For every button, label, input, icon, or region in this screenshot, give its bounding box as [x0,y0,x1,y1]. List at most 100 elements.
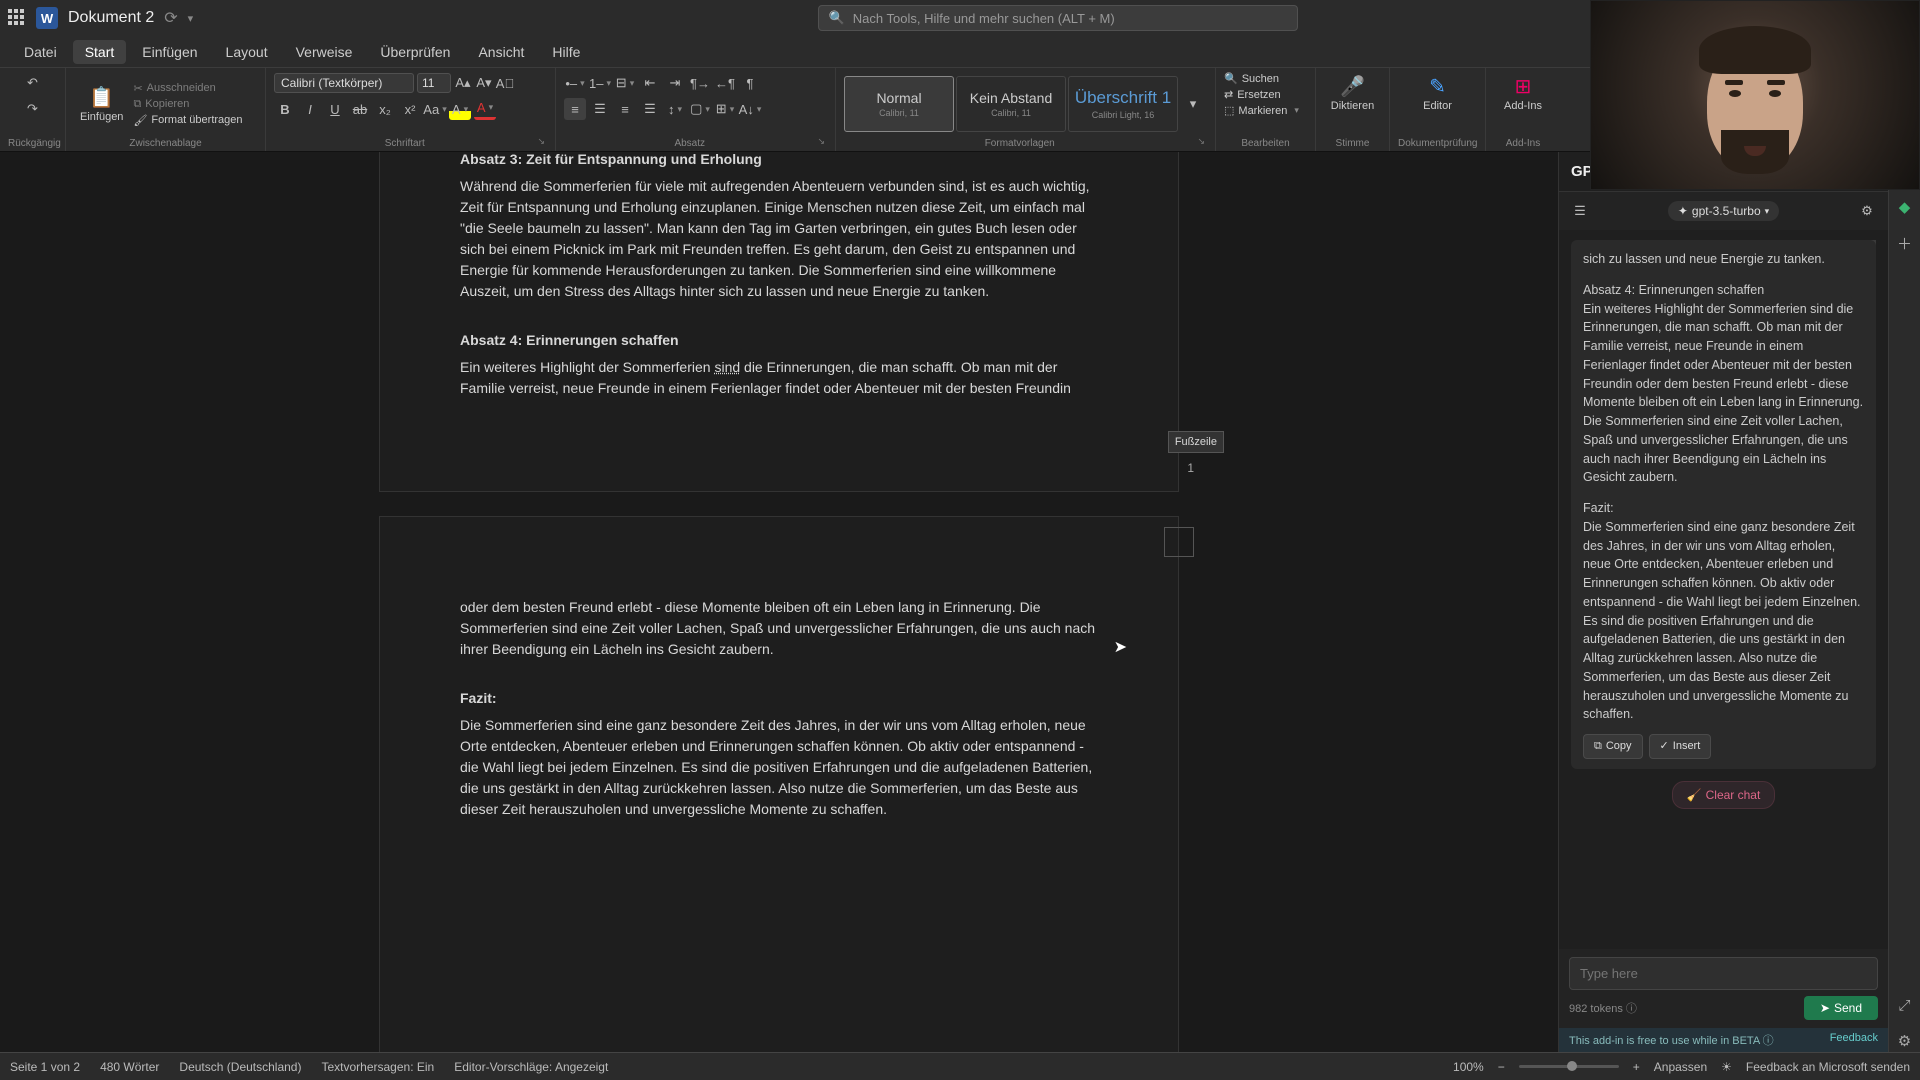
subscript-button[interactable]: x₂ [374,98,396,120]
bold-button[interactable]: B [274,98,296,120]
status-page[interactable]: Seite 1 von 2 [10,1060,80,1074]
tab-ansicht[interactable]: Ansicht [466,40,536,64]
highlight-button[interactable]: A [449,98,471,120]
zoom-in-button[interactable]: + [1633,1060,1640,1074]
addins-button[interactable]: ⊞Add-Ins [1494,72,1552,114]
sort-button[interactable]: A↓ [739,98,761,120]
app-launcher-icon[interactable] [8,9,26,27]
tab-einfügen[interactable]: Einfügen [130,40,209,64]
line-spacing-button[interactable]: ↕ [664,98,686,120]
redo-button[interactable]: ↷ [22,98,44,120]
align-right-button[interactable]: ≡ [614,98,636,120]
style-kein-abstand[interactable]: Kein AbstandCalibri, 11 [956,76,1066,132]
tab-start[interactable]: Start [73,40,127,64]
underline-button[interactable]: U [324,98,346,120]
page-1[interactable]: Absatz 3: Zeit für Entspannung und Erhol… [379,152,1179,492]
change-case-button[interactable]: Aa [424,98,446,120]
rail-other-icon[interactable]: ◆ [1894,196,1916,218]
page-2[interactable]: oder dem besten Freund erlebt - diese Mo… [379,516,1179,1052]
copy-button[interactable]: ⧉Copy [1583,734,1643,759]
search-input[interactable]: 🔍 Nach Tools, Hilfe und mehr suchen (ALT… [818,5,1298,31]
gpt-chat-scroll[interactable]: ▴ sich zu lassen und neue Energie zu tan… [1559,230,1888,949]
model-select[interactable]: ✦gpt-3.5-turbo▾ [1668,201,1779,221]
select-button[interactable]: ⬚Markieren [1224,104,1307,117]
insert-button[interactable]: ✓Insert [1649,734,1712,759]
editor-button[interactable]: ✎Editor [1398,72,1477,114]
numbering-button[interactable]: 1– [589,72,611,94]
token-counter: 982 tokens ⓘ [1569,1000,1637,1016]
superscript-button[interactable]: x² [399,98,421,120]
status-words[interactable]: 480 Wörter [100,1060,159,1074]
align-center-button[interactable]: ☰ [589,98,611,120]
cut-button[interactable]: ✂Ausschneiden [133,82,242,95]
tab-layout[interactable]: Layout [214,40,280,64]
font-family-select[interactable] [274,73,414,93]
feedback-link[interactable]: Feedback [1830,1032,1878,1048]
tab-überprüfen[interactable]: Überprüfen [368,40,462,64]
indent-button[interactable]: ⇥ [664,72,686,94]
ltr-button[interactable]: ¶→ [689,72,711,94]
para-dialog-launcher[interactable]: ↘ [815,136,827,149]
tab-datei[interactable]: Datei [12,40,69,64]
clear-format-button[interactable]: A⃠ [496,72,514,94]
fit-button[interactable]: Anpassen [1654,1060,1707,1074]
styles-more-button[interactable]: ▾ [1182,93,1204,115]
styles-dialog-launcher[interactable]: ↘ [1195,136,1207,149]
rail-add-button[interactable]: ＋ [1894,232,1916,254]
font-size-select[interactable] [417,73,451,93]
heading-fazit: Fazit: [460,690,497,706]
italic-button[interactable]: I [299,98,321,120]
show-marks-button[interactable]: ¶ [739,72,761,94]
style-gallery[interactable]: NormalCalibri, 11Kein AbstandCalibri, 11… [844,76,1178,132]
clear-chat-button[interactable]: 🧹Clear chat [1672,781,1776,809]
style-normal[interactable]: NormalCalibri, 11 [844,76,954,132]
find-button[interactable]: 🔍Suchen [1224,72,1307,85]
dictate-button[interactable]: 🎤Diktieren [1324,72,1381,114]
copy-button[interactable]: ⧉Kopieren [133,98,242,111]
send-button[interactable]: ➤Send [1804,996,1878,1020]
outdent-button[interactable]: ⇤ [639,72,661,94]
zoom-out-button[interactable]: − [1498,1060,1505,1074]
chat-input[interactable] [1569,957,1878,990]
status-zoom-pct[interactable]: 100% [1453,1060,1484,1074]
info-icon[interactable]: ⓘ [1763,1035,1774,1047]
borders-button[interactable]: ⊞ [714,98,736,120]
multilevel-button[interactable]: ⊟ [614,72,636,94]
document-canvas[interactable]: Absatz 3: Zeit für Entspannung und Erhol… [0,152,1558,1052]
heading-absatz4: Absatz 4: Erinnerungen schaffen [460,332,679,348]
header-placeholder[interactable] [1164,527,1194,557]
shading-button[interactable]: ▢ [689,98,711,120]
format-painter-button[interactable]: 🖌Format übertragen [133,114,242,127]
info-icon[interactable]: ⓘ [1626,1003,1637,1015]
align-left-button[interactable]: ≡ [564,98,586,120]
status-editor[interactable]: Editor-Vorschläge: Angezeigt [454,1060,608,1074]
replace-button[interactable]: ⇄Ersetzen [1224,88,1307,101]
strike-button[interactable]: ab [349,98,371,120]
font-dialog-launcher[interactable]: ↘ [535,136,547,149]
tab-verweise[interactable]: Verweise [284,40,365,64]
autosave-icon[interactable]: ⟳ [164,8,177,28]
decrease-font-button[interactable]: A▾ [475,72,493,94]
bullets-button[interactable]: •– [564,72,586,94]
brightness-icon[interactable]: ☀ [1721,1060,1732,1074]
rail-expand-icon[interactable]: ⤢ [1894,994,1916,1016]
document-title[interactable]: Dokument 2 [68,9,154,27]
paste-button[interactable]: 📋 Einfügen [74,83,129,125]
font-color-button[interactable]: A [474,98,496,120]
menu-button[interactable]: ☰ [1569,200,1591,222]
status-language[interactable]: Deutsch (Deutschland) [179,1060,301,1074]
copy-icon: ⧉ [133,98,141,111]
rtl-button[interactable]: ←¶ [714,72,736,94]
status-prediction[interactable]: Textvorhersagen: Ein [321,1060,434,1074]
ms-feedback-link[interactable]: Feedback an Microsoft senden [1746,1060,1910,1074]
tab-hilfe[interactable]: Hilfe [540,40,592,64]
align-justify-button[interactable]: ☰ [639,98,661,120]
increase-font-button[interactable]: A▴ [454,72,472,94]
rail-gear-icon[interactable]: ⚙ [1894,1030,1916,1052]
undo-button[interactable]: ↶ [22,72,44,94]
style-überschrift-1[interactable]: Überschrift 1Calibri Light, 16 [1068,76,1178,132]
settings-button[interactable]: ⚙ [1856,200,1878,222]
dropdown-icon[interactable]: ▾ [188,12,194,25]
footer-label[interactable]: Fußzeile [1168,431,1224,454]
zoom-slider[interactable] [1519,1065,1619,1068]
